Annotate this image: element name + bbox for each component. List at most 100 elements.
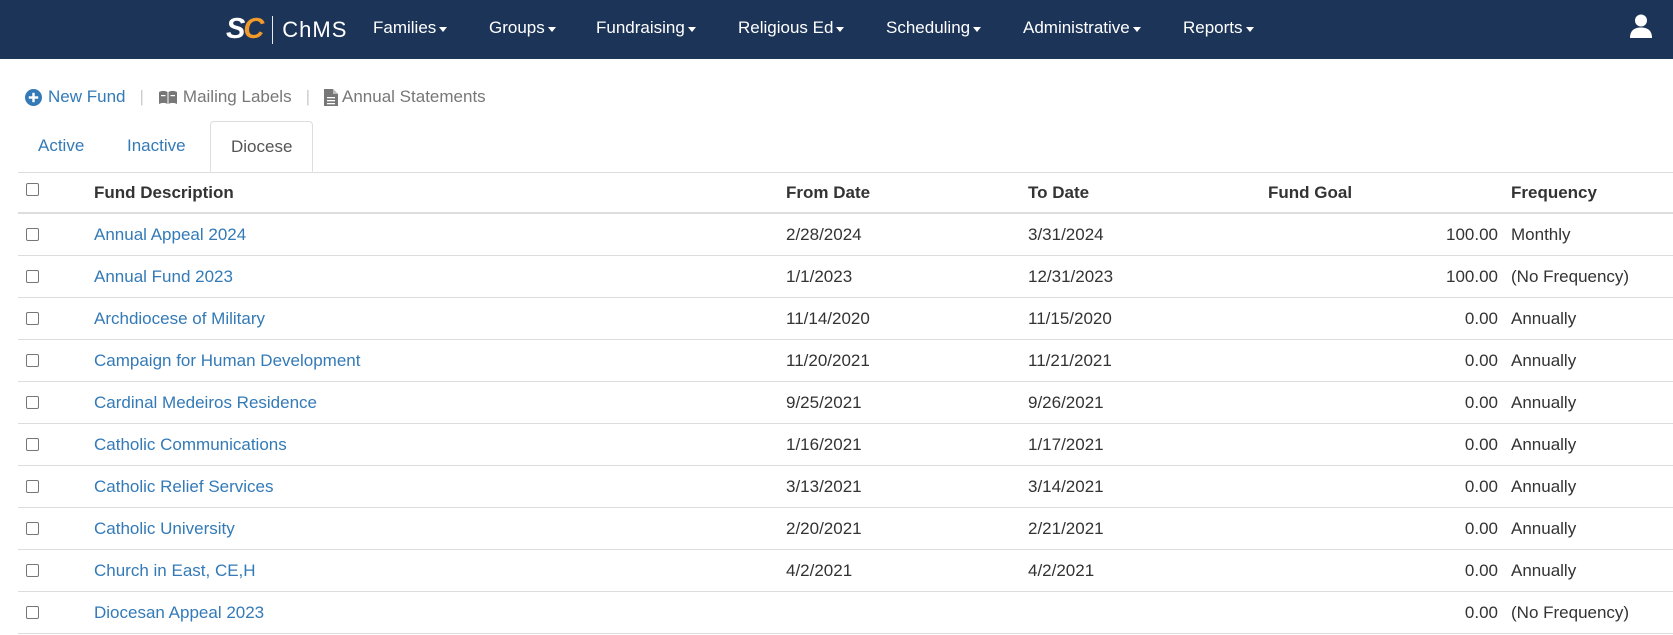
row-checkbox[interactable] bbox=[26, 270, 39, 283]
caret-down-icon bbox=[1245, 26, 1254, 32]
fund-link[interactable]: Diocesan Appeal 2023 bbox=[94, 603, 264, 622]
frequency-cell: Monthly bbox=[1511, 225, 1571, 244]
caret-down-icon bbox=[439, 26, 448, 32]
to-date-cell: 3/14/2021 bbox=[1028, 477, 1104, 496]
nav-menu-administrative[interactable]: Administrative bbox=[1023, 18, 1141, 38]
nav-menu-label: Reports bbox=[1183, 18, 1243, 37]
from-date-cell: 3/13/2021 bbox=[786, 477, 862, 496]
row-checkbox[interactable] bbox=[26, 480, 39, 493]
fund-goal-cell: 0.00 bbox=[1464, 603, 1498, 622]
fund-link[interactable]: Catholic University bbox=[94, 519, 235, 538]
nav-menu-families[interactable]: Families bbox=[373, 18, 448, 38]
column-header-fund-description[interactable]: Fund Description bbox=[94, 172, 234, 214]
frequency-cell: Annually bbox=[1511, 561, 1577, 580]
nav-menu-label: Religious Ed bbox=[738, 18, 834, 37]
brand-sc-mark: SC bbox=[226, 13, 264, 45]
fund-description-cell: Catholic Relief Services bbox=[94, 466, 274, 507]
fund-description-cell: Diocesan Appeal 2023 bbox=[94, 592, 264, 633]
frequency-cell: Annually bbox=[1511, 477, 1577, 496]
fund-table: Fund Description From Date To Date Fund … bbox=[18, 172, 1673, 634]
nav-menu-groups[interactable]: Groups bbox=[489, 18, 556, 38]
table-row: Cardinal Medeiros Residence 9/25/2021 9/… bbox=[18, 382, 1673, 424]
to-date-cell: 9/26/2021 bbox=[1028, 393, 1104, 412]
nav-menu-religious-ed[interactable]: Religious Ed bbox=[738, 18, 845, 38]
row-checkbox[interactable] bbox=[26, 354, 39, 367]
caret-down-icon bbox=[687, 26, 696, 32]
nav-menu-fundraising[interactable]: Fundraising bbox=[596, 18, 696, 38]
select-all-checkbox[interactable] bbox=[26, 183, 39, 196]
nav-menu-reports[interactable]: Reports bbox=[1183, 18, 1254, 38]
row-checkbox[interactable] bbox=[26, 396, 39, 409]
nav-menu-scheduling[interactable]: Scheduling bbox=[886, 18, 982, 38]
from-date-cell: 1/1/2023 bbox=[786, 267, 853, 286]
tab-active[interactable]: Active bbox=[18, 121, 104, 171]
nav-menu-label: Administrative bbox=[1023, 18, 1130, 37]
from-date-cell: 2/28/2024 bbox=[786, 225, 862, 244]
column-header-from-date[interactable]: From Date bbox=[786, 172, 870, 214]
user-icon[interactable] bbox=[1630, 14, 1652, 38]
frequency-cell: (No Frequency) bbox=[1511, 603, 1630, 622]
nav-menu-label: Families bbox=[373, 18, 437, 37]
table-row: Catholic Relief Services 3/13/2021 3/14/… bbox=[18, 466, 1673, 508]
row-checkbox[interactable] bbox=[26, 522, 39, 535]
from-date-cell: 1/16/2021 bbox=[786, 435, 862, 454]
tab-diocese[interactable]: Diocese bbox=[210, 121, 314, 172]
frequency-cell: Annually bbox=[1511, 309, 1577, 328]
fund-toolbar: New Fund | Mailing Labels | Annual State… bbox=[25, 87, 486, 107]
fund-link[interactable]: Cardinal Medeiros Residence bbox=[94, 393, 317, 412]
fund-goal-cell: 0.00 bbox=[1464, 477, 1498, 496]
fund-goal-cell: 0.00 bbox=[1464, 393, 1498, 412]
new-fund-button[interactable]: New Fund bbox=[25, 87, 125, 107]
to-date-cell: 11/21/2021 bbox=[1028, 351, 1112, 370]
caret-down-icon bbox=[836, 26, 845, 32]
nav-menu-label: Fundraising bbox=[596, 18, 685, 37]
frequency-cell: Annually bbox=[1511, 519, 1577, 538]
to-date-cell: 2/21/2021 bbox=[1028, 519, 1104, 538]
to-date-cell: 12/31/2023 bbox=[1028, 267, 1114, 286]
column-header-fund-goal[interactable]: Fund Goal bbox=[1268, 172, 1498, 214]
fund-link[interactable]: Annual Fund 2023 bbox=[94, 267, 233, 286]
fund-goal-cell: 0.00 bbox=[1464, 309, 1498, 328]
table-row: Campaign for Human Development 11/20/202… bbox=[18, 340, 1673, 382]
fund-description-cell: Church in East, CE,H bbox=[94, 550, 256, 591]
brand-logo[interactable]: SC ChMS bbox=[226, 13, 348, 45]
brand-chms-text: ChMS bbox=[282, 16, 348, 42]
to-date-cell: 11/15/2020 bbox=[1028, 309, 1112, 328]
fund-link[interactable]: Church in East, CE,H bbox=[94, 561, 256, 580]
annual-statements-label: Annual Statements bbox=[342, 87, 486, 106]
fund-description-cell: Campaign for Human Development bbox=[94, 340, 360, 381]
fund-link[interactable]: Annual Appeal 2024 bbox=[94, 225, 246, 244]
fund-description-cell: Archdiocese of Military bbox=[94, 298, 265, 339]
fund-link[interactable]: Catholic Relief Services bbox=[94, 477, 274, 496]
frequency-cell: Annually bbox=[1511, 393, 1577, 412]
mailing-labels-label: Mailing Labels bbox=[182, 87, 292, 106]
table-row: Archdiocese of Military 11/14/2020 11/15… bbox=[18, 298, 1673, 340]
row-checkbox[interactable] bbox=[26, 228, 39, 241]
row-checkbox[interactable] bbox=[26, 438, 39, 451]
nav-menu-label: Scheduling bbox=[886, 18, 971, 37]
row-checkbox[interactable] bbox=[26, 312, 39, 325]
frequency-cell: Annually bbox=[1511, 435, 1577, 454]
document-icon bbox=[324, 88, 339, 106]
fund-link[interactable]: Campaign for Human Development bbox=[94, 351, 360, 370]
to-date-cell: 4/2/2021 bbox=[1028, 561, 1095, 580]
mailing-labels-button[interactable]: Mailing Labels bbox=[158, 87, 292, 107]
row-checkbox[interactable] bbox=[26, 564, 39, 577]
frequency-cell: (No Frequency) bbox=[1511, 267, 1630, 286]
row-checkbox[interactable] bbox=[26, 606, 39, 619]
plus-circle-icon bbox=[25, 88, 42, 106]
toolbar-separator: | bbox=[139, 87, 144, 106]
fund-link[interactable]: Catholic Communications bbox=[94, 435, 287, 454]
fund-goal-cell: 0.00 bbox=[1464, 435, 1498, 454]
fund-link[interactable]: Archdiocese of Military bbox=[94, 309, 265, 328]
table-row: Catholic University 2/20/2021 2/21/2021 … bbox=[18, 508, 1673, 550]
caret-down-icon bbox=[973, 26, 982, 32]
from-date-cell: 11/20/2021 bbox=[786, 351, 870, 370]
annual-statements-button[interactable]: Annual Statements bbox=[324, 87, 486, 107]
tab-inactive[interactable]: Inactive bbox=[107, 121, 206, 171]
column-header-to-date[interactable]: To Date bbox=[1028, 172, 1089, 214]
fund-goal-cell: 0.00 bbox=[1464, 351, 1498, 370]
fund-description-cell: Annual Fund 2023 bbox=[94, 256, 233, 297]
column-header-frequency[interactable]: Frequency bbox=[1511, 172, 1597, 214]
from-date-cell: 2/20/2021 bbox=[786, 519, 862, 538]
